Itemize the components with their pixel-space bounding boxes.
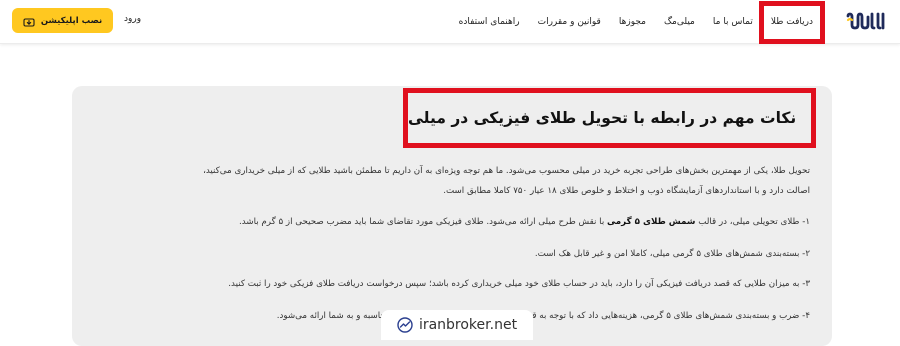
iranbroker-watermark: iranbroker.net [381,310,533,340]
point-2: ۲- بسته‌بندی شمش‌های طلای ۵ گرمی میلی، ک… [534,249,810,259]
milli-logo[interactable] [846,10,886,32]
nav-millimag[interactable]: میلی‌مگ [655,17,704,27]
point-1: ۱- طلای تحویلی میلی، در قالب شمش طلای ۵ … [90,212,810,232]
nav-gold-delivery[interactable]: دریافت طلا [758,1,826,44]
article-title: نکات مهم در رابطه با تحویل طلای فیزیکی د… [408,109,797,127]
nav-guide[interactable]: راهنمای استفاده [450,17,529,27]
chart-trend-icon [397,317,413,333]
nav-rules[interactable]: قوانین و مقررات [529,17,610,27]
login-link[interactable]: ورود [124,14,141,24]
article-title-box: نکات مهم در رابطه با تحویل طلای فیزیکی د… [403,88,816,148]
main-nav: راهنمای استفاده قوانین و مقررات مجوزها م… [450,0,826,44]
point-1-bold: شمش طلای ۵ گرمی [607,217,696,227]
point-1-prefix: ۱- طلای تحویلی میلی، در قالب [695,217,810,227]
nav-contact[interactable]: تماس با ما [704,17,762,27]
intro-line-1: تحویل طلا، یکی از مهمترین بخش‌های طراحی … [203,166,810,176]
download-icon [23,17,35,27]
watermark-text: iranbroker.net [418,317,518,333]
install-app-button[interactable]: نصب اپلیکیشن [12,8,113,33]
point-1-suffix: با نقش طرح میلی ارائه می‌شود. طلای فیزیک… [238,217,608,227]
top-navbar: نصب اپلیکیشن ورود راهنمای استفاده قوانین… [0,0,900,44]
nav-licenses[interactable]: مجوزها [610,17,655,27]
install-button-label: نصب اپلیکیشن [40,15,103,26]
milli-logo-icon [846,12,885,30]
intro-line-2: اصالت دارد و با استانداردهای آزمایشگاه ذ… [443,186,810,196]
point-3: ۳- به میزان طلایی که قصد دریافت فیزیکی آ… [228,279,810,289]
